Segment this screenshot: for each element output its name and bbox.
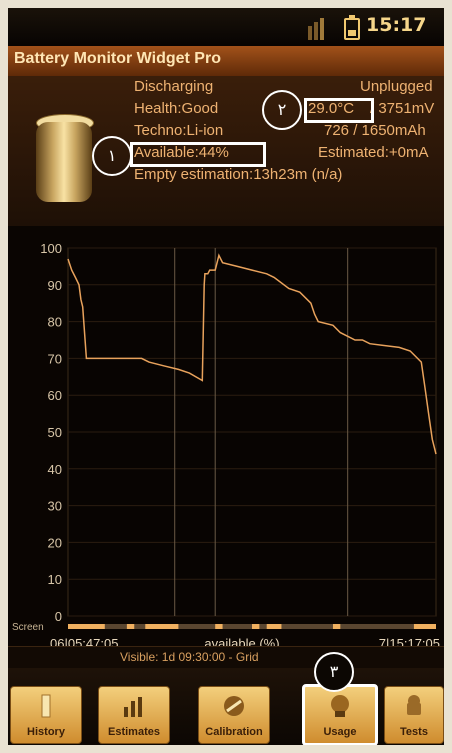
status-bar: 15:17 [8,8,444,46]
battery-state: Discharging [134,78,214,95]
screen-on-segment [252,624,260,629]
y-tick-label: 70 [48,351,62,366]
android-icon [407,695,421,715]
screen-on-segment [332,624,341,629]
tab-label: Usage [323,726,357,738]
voltage-text: / 3751mV [370,100,435,117]
y-tick-label: 80 [48,315,62,330]
annotation-circle-one: ١ [92,136,132,176]
x-start-label: 06|05:47:05 [50,636,118,646]
y-tick-label: 90 [48,278,62,293]
tab-bar: History Estimates Calibration Usage Test… [8,652,444,745]
screen-row-label: Screen [12,622,44,633]
tab-label: Estimates [108,726,160,738]
bar-icon [41,694,51,718]
tab-label: History [27,726,65,738]
battery-chart[interactable]: 0 10 20 30 40 50 60 70 80 90 100 Screen 06|05:47:05 a… [8,226,444,646]
y-tick-label: 40 [48,462,62,477]
x-axis-label: available (%) [204,636,279,646]
tab-calibration[interactable]: Calibration [198,686,270,744]
y-tick-label: 10 [48,572,62,587]
calibration-icon [224,696,244,716]
tab-estimates[interactable]: Estimates [98,686,170,744]
app-title: Battery Monitor Widget Pro [14,50,221,67]
plug-state: Unplugged [360,78,433,95]
tab-tests[interactable]: Tests [384,686,444,744]
techno-text: Techno:Li-ion [134,122,224,139]
tab-label: Tests [400,726,428,738]
x-end-label: 7|15:17:05 [379,636,440,646]
temperature-highlight-box [304,98,374,123]
available-highlight-box [130,142,266,167]
screen-on-segment [145,624,179,629]
usage-icon [331,695,349,717]
tab-history[interactable]: History [10,686,82,744]
y-tick-label: 100 [40,241,62,256]
y-tick-label: 60 [48,388,62,403]
visible-range-text: Visible: 1d 09:30:00 - Grid [120,650,259,664]
signal-bar [320,18,324,40]
y-tick-label: 20 [48,535,62,550]
y-tick-label: 30 [48,499,62,514]
screen-on-segment [126,624,135,629]
screen-on-segment [413,624,436,629]
status-time: 15:17 [366,14,427,36]
battery-chart-svg: 0 10 20 30 40 50 60 70 80 90 100 Screen 06|05:47:05 a… [12,241,440,646]
estimated-text: Estimated:+0mA [318,144,429,161]
signal-bar [314,22,318,40]
battery-status-icon [344,15,360,40]
signal-icon [308,26,312,40]
chart-icon [124,697,142,717]
screen-on-segment [266,624,282,629]
battery-cylinder-icon[interactable] [36,122,92,202]
screen-on-segment [215,624,223,629]
empty-estimation-text: Empty estimation:13h23m (n/a) [134,166,343,183]
health-text: Health:Good [134,100,219,117]
y-tick-label: 0 [55,609,62,624]
tab-usage[interactable]: Usage [302,684,378,745]
app-title-bar: Battery Monitor Widget Pro [8,46,444,77]
tab-label: Calibration [205,726,263,738]
visible-range-bar: Visible: 1d 09:30:00 - Grid [8,646,444,669]
capacity-text: 726 / 1650mAh [324,122,426,139]
y-tick-label: 50 [48,425,62,440]
battery-info-panel: Discharging Unplugged Health:Good 29.0°C… [8,76,444,226]
annotation-circle-two: ٢ [262,90,302,130]
screen-on-segment [68,624,105,629]
annotation-circle-three: ٣ [314,652,354,692]
phone-screen: 15:17 Battery Monitor Widget Pro Dischar… [8,8,444,745]
